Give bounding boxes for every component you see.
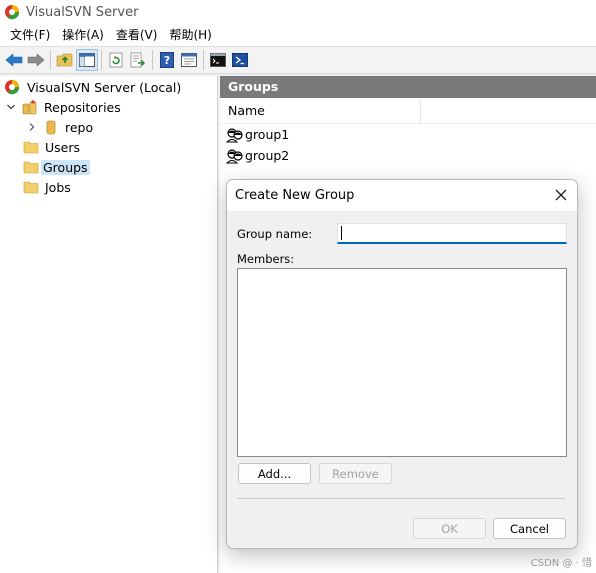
properties-button[interactable] — [178, 49, 200, 71]
folder-icon — [23, 181, 39, 194]
toolbar-separator — [101, 50, 102, 70]
refresh-icon — [109, 52, 123, 68]
title-bar: VisualSVN Server — [0, 0, 596, 24]
dialog-separator — [237, 498, 565, 499]
tree-item-users[interactable]: Users — [23, 137, 82, 157]
tree-label-groups: Groups — [41, 159, 90, 175]
cancel-button[interactable]: Cancel — [493, 518, 566, 539]
remove-member-button[interactable]: Remove — [319, 463, 392, 484]
menu-view[interactable]: 查看(V) — [110, 25, 164, 45]
tree-label-repositories: Repositories — [44, 99, 121, 115]
group-name: group2 — [245, 148, 290, 163]
help-icon: ? — [160, 52, 174, 68]
members-list[interactable] — [237, 268, 567, 457]
group-icon — [226, 127, 243, 142]
visualsvn-logo-icon — [5, 5, 20, 20]
tree-label-repo: repo — [65, 119, 94, 135]
tree-item-server[interactable]: VisualSVN Server (Local) — [4, 77, 183, 97]
arrow-left-icon — [5, 53, 23, 67]
window-title: VisualSVN Server — [26, 4, 139, 20]
tree-item-repositories[interactable]: Repositories — [6, 97, 123, 117]
powershell-icon — [232, 53, 248, 67]
watermark: CSDN @ · 惜 — [530, 558, 592, 569]
toolbar-separator — [50, 50, 51, 70]
show-hide-tree-button[interactable] — [76, 49, 98, 71]
menu-file[interactable]: 文件(F) — [4, 25, 56, 45]
command-prompt-button[interactable] — [207, 49, 229, 71]
list-item[interactable]: group1 — [220, 124, 596, 145]
help-button[interactable]: ? — [156, 49, 178, 71]
tree-item-repo[interactable]: repo — [27, 117, 95, 137]
chevron-down-icon[interactable] — [6, 102, 16, 112]
command-prompt-icon — [210, 53, 226, 67]
members-label: Members: — [237, 252, 295, 266]
visualsvn-server-icon — [5, 80, 20, 95]
list-item[interactable]: group2 — [220, 145, 596, 166]
panel-header: Groups — [220, 76, 596, 98]
group-name-input[interactable] — [337, 223, 567, 244]
repository-icon — [46, 120, 56, 135]
svg-text:?: ? — [164, 54, 170, 67]
back-button[interactable] — [3, 49, 25, 71]
properties-icon — [181, 53, 197, 67]
dialog-title-bar: Create New Group — [227, 180, 577, 211]
tree-label-jobs: Jobs — [45, 179, 71, 195]
tree-item-jobs[interactable]: Jobs — [23, 177, 73, 197]
forward-button[interactable] — [25, 49, 47, 71]
column-header-name[interactable]: Name — [220, 98, 596, 124]
toolbar-separator — [152, 50, 153, 70]
navigation-tree: VisualSVN Server (Local) Repositories re… — [0, 76, 218, 573]
menu-action[interactable]: 操作(A) — [56, 25, 110, 45]
arrow-right-icon — [27, 53, 45, 67]
close-icon[interactable] — [553, 187, 569, 203]
group-name: group1 — [245, 127, 290, 142]
export-list-button[interactable] — [127, 49, 149, 71]
group-icon — [226, 148, 243, 163]
folder-up-icon — [56, 53, 73, 67]
repositories-icon — [22, 99, 37, 115]
toolbar: ? — [0, 46, 596, 74]
ok-button[interactable]: OK — [413, 518, 486, 539]
export-list-icon — [130, 52, 146, 68]
console-tree-icon — [79, 53, 95, 67]
create-new-group-dialog: Create New Group Group name: Members: Ad… — [226, 179, 578, 549]
tree-label-server: VisualSVN Server (Local) — [27, 79, 182, 95]
add-member-button[interactable]: Add... — [238, 463, 311, 484]
up-folder-button[interactable] — [54, 49, 76, 71]
tree-label-users: Users — [45, 139, 81, 155]
powershell-button[interactable] — [229, 49, 251, 71]
chevron-right-icon[interactable] — [27, 122, 37, 132]
folder-icon — [23, 161, 39, 174]
folder-icon — [23, 141, 39, 154]
toolbar-separator — [203, 50, 204, 70]
tree-item-groups[interactable]: Groups — [23, 157, 90, 177]
dialog-title: Create New Group — [235, 188, 355, 203]
text-caret — [341, 226, 342, 240]
column-divider[interactable] — [420, 100, 421, 124]
menu-help[interactable]: 帮助(H) — [163, 25, 217, 45]
group-name-label: Group name: — [237, 227, 313, 241]
menu-bar: 文件(F) 操作(A) 查看(V) 帮助(H) — [0, 24, 596, 46]
refresh-button[interactable] — [105, 49, 127, 71]
